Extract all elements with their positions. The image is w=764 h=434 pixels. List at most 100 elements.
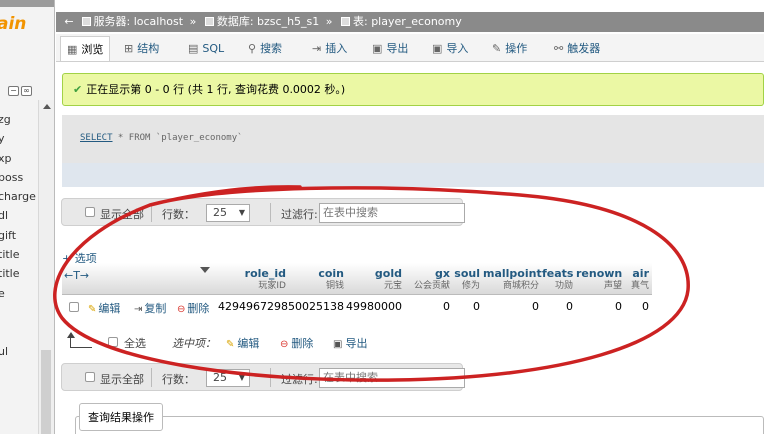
- import-icon: ▣: [432, 42, 443, 55]
- column-header-feats[interactable]: feats 功勋: [542, 267, 573, 292]
- show-all-label: 显示全部: [100, 208, 144, 221]
- filter-rows-input[interactable]: 在表中搜索: [319, 368, 465, 388]
- toolbar-divider: [151, 368, 152, 387]
- tab-label: 结构: [137, 42, 160, 55]
- bulk-edit-button[interactable]: ✎ 编辑: [226, 335, 259, 351]
- column-name: coin: [318, 267, 344, 280]
- server-icon: [81, 17, 91, 26]
- sql-query-box: SELECT * FROM `player_economy`: [62, 115, 764, 163]
- bulk-delete-button[interactable]: ⊖ 删除: [280, 335, 313, 351]
- column-header-renown[interactable]: renown 声望: [576, 267, 622, 292]
- row-edit-label: 编辑: [98, 302, 121, 315]
- tab-export[interactable]: ▣ 导出: [366, 36, 414, 61]
- table-list-item[interactable]: e: [0, 284, 36, 303]
- scrollbar-thumb[interactable]: [41, 350, 51, 434]
- table-list-item[interactable]: title: [0, 245, 36, 264]
- column-comment: 公会贡献: [413, 281, 450, 291]
- column-name: feats: [542, 267, 574, 280]
- show-all-checkbox[interactable]: [85, 372, 95, 382]
- column-comment: 声望: [603, 281, 622, 291]
- column-header-soul[interactable]: soul 修为: [452, 267, 480, 292]
- column-header-gx[interactable]: gx 公会贡献: [406, 267, 450, 292]
- tab-insert[interactable]: ⇥ 插入: [306, 36, 353, 61]
- tab-import[interactable]: ▣ 导入: [426, 36, 474, 61]
- column-resize-control[interactable]: ←T→: [64, 269, 89, 282]
- pencil-icon: ✎: [226, 339, 235, 350]
- table-list-item[interactable]: gift: [0, 226, 36, 245]
- breadcrumb-table[interactable]: 表: player_economy: [353, 15, 462, 28]
- tab-triggers[interactable]: ⚯ 触发器: [548, 36, 606, 61]
- show-all-checkbox[interactable]: [85, 207, 95, 217]
- cell-air: 0: [642, 300, 649, 313]
- column-name: air: [632, 267, 649, 280]
- table-list-item[interactable]: title: [0, 264, 36, 283]
- table-list: zg y xp boss charge dl gift title title …: [0, 110, 36, 361]
- wrench-icon: ✎: [492, 42, 502, 55]
- check-all-checkbox[interactable]: [108, 337, 118, 347]
- table-list-item[interactable]: dl: [0, 206, 36, 225]
- chevron-down-icon: ▼: [238, 373, 245, 382]
- cell-coin: 50025138: [288, 300, 344, 313]
- row-edit-button[interactable]: ✎ 编辑: [88, 300, 120, 316]
- rows-label: 行数：: [162, 208, 195, 221]
- nav-top-strip: [0, 0, 54, 7]
- column-header-role-id[interactable]: role_id 玩家ID: [222, 267, 286, 292]
- with-selected-label: 选中项：: [172, 337, 216, 350]
- back-arrow-icon[interactable]: ←: [62, 12, 76, 32]
- rows-label: 行数：: [162, 373, 195, 386]
- sql-keyword-link[interactable]: SELECT: [80, 133, 113, 143]
- tab-label: 操作: [505, 42, 528, 55]
- column-header-air[interactable]: air 真气: [625, 267, 649, 292]
- tab-operations[interactable]: ✎ 操作: [486, 36, 533, 61]
- link-icon[interactable]: ∞: [21, 86, 32, 96]
- results-table-header: ←T→ role_id 玩家ID coin 铜钱 gold 元宝 gx 公会贡献 sou…: [62, 263, 652, 295]
- column-header-gold[interactable]: gold 元宝: [348, 267, 402, 292]
- success-message: ✔ 正在显示第 0 - 0 行 (共 1 行, 查询花费 0.0002 秒。): [62, 73, 764, 106]
- tab-label: 导入: [446, 42, 469, 55]
- breadcrumb-server[interactable]: 服务器: localhost: [94, 15, 184, 28]
- rows-select[interactable]: 25 ▼: [206, 369, 250, 387]
- table-list-item[interactable]: ul: [0, 342, 36, 361]
- bulk-edit-label: 编辑: [237, 337, 260, 350]
- filter-rows-input[interactable]: 在表中搜索: [319, 203, 465, 223]
- check-all-label[interactable]: 全选: [124, 335, 146, 351]
- row-delete-button[interactable]: ⊖ 删除: [177, 300, 209, 316]
- table-list-item[interactable]: charge: [0, 187, 36, 206]
- column-name: renown: [576, 267, 623, 280]
- bulk-delete-label: 删除: [291, 337, 314, 350]
- row-checkbox[interactable]: [69, 302, 79, 312]
- column-comment: 修为: [461, 281, 480, 291]
- tab-label: 浏览: [81, 43, 104, 56]
- table-list-item[interactable]: y: [0, 129, 36, 148]
- table-list-item[interactable]: [0, 303, 36, 322]
- column-name: gx: [435, 267, 450, 280]
- table-list-item[interactable]: boss: [0, 168, 36, 187]
- column-header-coin[interactable]: coin 铜钱: [290, 267, 344, 292]
- delete-icon: ⊖: [280, 339, 289, 350]
- row-copy-button[interactable]: ⇥ 复制: [134, 300, 166, 316]
- table-list-item[interactable]: zg: [0, 110, 36, 129]
- tab-browse[interactable]: ▦ 浏览: [60, 36, 111, 61]
- rows-select[interactable]: 25 ▼: [206, 204, 250, 222]
- check-icon: ✔: [73, 83, 83, 96]
- column-header-mallpoint[interactable]: mallpoint 商城积分: [483, 267, 542, 292]
- column-comment: 真气: [630, 281, 649, 291]
- tab-structure[interactable]: ⊞ 结构: [118, 36, 165, 61]
- tab-sql[interactable]: ▤ SQL: [182, 36, 230, 61]
- database-icon: [204, 17, 214, 26]
- export-icon: ▣: [372, 42, 383, 55]
- scroll-up-icon[interactable]: [43, 104, 51, 109]
- tab-bar: ▦ 浏览 ⊞ 结构 ▤ SQL ⚲ 搜索 ⇥ 插入 ▣ 导出 ▣ 导入 ✎ 操作 ⚯ 触发器: [56, 34, 764, 62]
- table-list-item[interactable]: [0, 322, 36, 341]
- bulk-export-button[interactable]: ▣ 导出: [333, 335, 367, 351]
- collapse-all-icon[interactable]: −: [8, 86, 19, 96]
- export-icon: ▣: [333, 339, 343, 350]
- sql-toolbar: [62, 163, 764, 187]
- message-text: 正在显示第 0 - 0 行 (共 1 行, 查询花费 0.0002 秒。): [86, 83, 346, 96]
- nav-scrollbar[interactable]: [38, 100, 54, 434]
- tab-search[interactable]: ⚲ 搜索: [242, 36, 288, 61]
- sort-dropdown-icon[interactable]: [200, 267, 210, 273]
- table-list-item[interactable]: xp: [0, 149, 36, 168]
- breadcrumb-database[interactable]: 数据库: bzsc_h5_s1: [217, 15, 319, 28]
- cell-gx: 0: [443, 300, 450, 313]
